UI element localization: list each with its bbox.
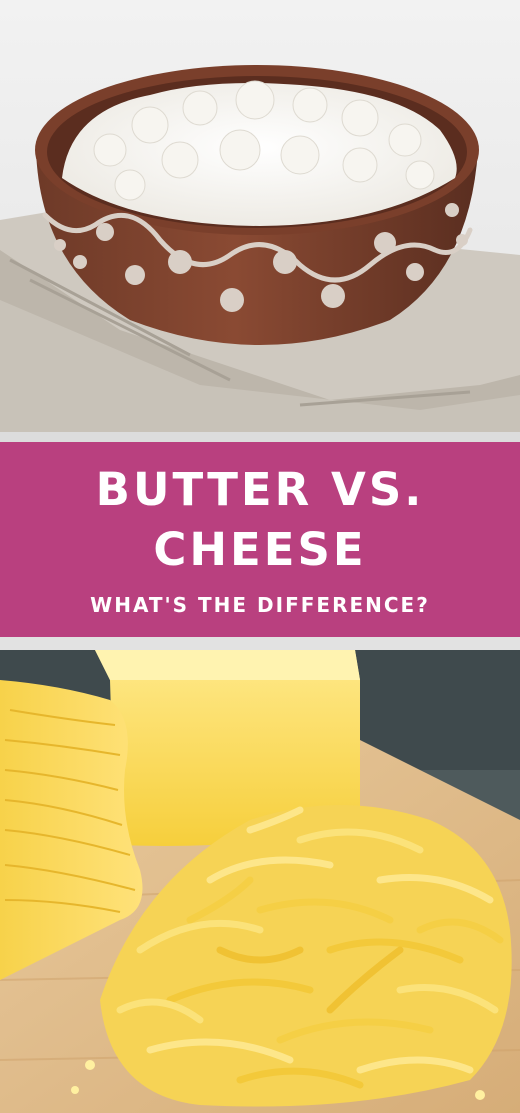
- title-line-2: CHEESE: [153, 523, 367, 576]
- top-divider: [0, 432, 520, 442]
- title-banner: BUTTER VS. CHEESE WHAT'S THE DIFFERENCE?: [0, 442, 520, 637]
- pin-graphic: BUTTER VS. CHEESE WHAT'S THE DIFFERENCE?: [0, 0, 520, 1113]
- bottom-divider: [0, 637, 520, 650]
- title-line-1: BUTTER VS.: [95, 463, 425, 516]
- shredded-cheese-illustration: [0, 650, 520, 1113]
- cottage-cheese-bowl-illustration: [0, 0, 520, 432]
- subtitle: WHAT'S THE DIFFERENCE?: [90, 593, 430, 617]
- cottage-cheese-bowl-photo: [0, 0, 520, 432]
- shredded-cheese-photo: [0, 650, 520, 1113]
